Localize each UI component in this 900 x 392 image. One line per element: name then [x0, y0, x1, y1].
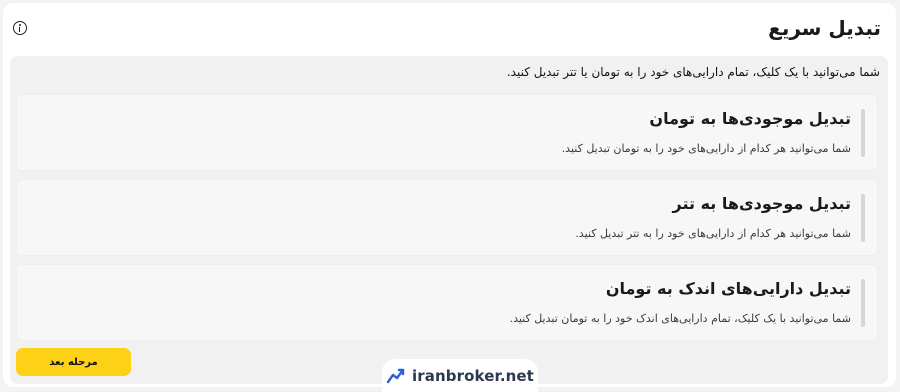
- quick-convert-card: تبدیل سریع شما می‌توانید با یک کلیک، تما…: [3, 3, 896, 387]
- intro-text: شما می‌توانید با یک کلیک، تمام دارایی‌ها…: [506, 65, 880, 79]
- option-convert-to-tether[interactable]: تبدیل موجودی‌ها به تتر شما می‌توانید هر …: [16, 179, 878, 256]
- option-description: شما می‌توانید هر کدام از دارایی‌های خود …: [561, 142, 851, 155]
- watermark-text: iranbroker.net: [412, 366, 534, 385]
- option-indicator-bar: [861, 109, 865, 157]
- page-title: تبدیل سریع: [768, 16, 881, 40]
- option-title: تبدیل موجودی‌ها به تتر: [672, 194, 851, 213]
- option-indicator-bar: [861, 279, 865, 327]
- trend-chart-icon: [386, 368, 405, 383]
- option-description: شما می‌توانید با یک کلیک، تمام دارایی‌ها…: [509, 312, 851, 325]
- options-panel: شما می‌توانید با یک کلیک، تمام دارایی‌ها…: [10, 56, 888, 384]
- option-convert-to-toman[interactable]: تبدیل موجودی‌ها به تومان شما می‌توانید ه…: [16, 94, 878, 171]
- option-title: تبدیل موجودی‌ها به تومان: [649, 109, 851, 128]
- next-step-button[interactable]: مرحله بعد: [16, 348, 131, 376]
- option-description: شما می‌توانید هر کدام از دارایی‌های خود …: [575, 227, 851, 240]
- option-convert-dust-to-toman[interactable]: تبدیل دارایی‌های اندک به تومان شما می‌تو…: [16, 264, 878, 341]
- info-icon[interactable]: [13, 21, 27, 35]
- card-header: تبدیل سریع: [3, 3, 896, 55]
- option-indicator-bar: [861, 194, 865, 242]
- option-title: تبدیل دارایی‌های اندک به تومان: [605, 279, 851, 298]
- watermark: iranbroker.net: [382, 359, 538, 392]
